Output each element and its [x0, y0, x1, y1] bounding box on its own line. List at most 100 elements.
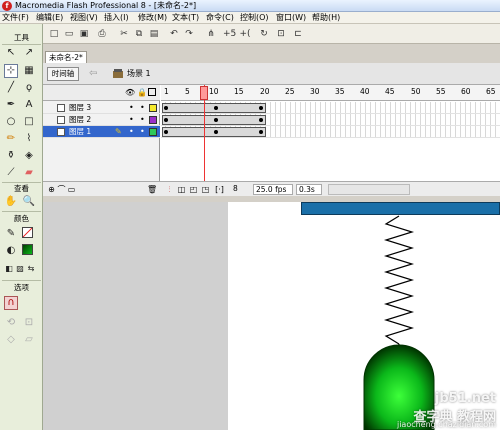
stroke-color-icon[interactable]: ✎ — [4, 227, 18, 241]
lock-dot[interactable]: • — [140, 126, 145, 138]
line-tool-icon[interactable]: ╱ — [4, 81, 18, 95]
show-hide-eye-icon[interactable]: 👁 — [125, 88, 135, 97]
eyedropper-tool-icon[interactable]: ⟋ — [4, 166, 18, 180]
pencil-tool-icon[interactable]: ✏ — [4, 132, 18, 146]
menu-view[interactable]: 视图(V) — [70, 13, 98, 23]
menu-control[interactable]: 控制(O) — [240, 13, 269, 23]
delete-layer-icon[interactable]: 🗑 — [147, 185, 157, 194]
scale-option-icon[interactable]: ⊡ — [22, 316, 36, 330]
hand-tool-icon[interactable]: ✋ — [4, 195, 18, 209]
lock-dot[interactable]: • — [140, 114, 145, 126]
layer-outline-color[interactable] — [149, 128, 157, 136]
playhead-handle[interactable] — [200, 86, 208, 100]
playhead[interactable] — [204, 85, 205, 196]
layer-row[interactable]: 图层 2 • • — [43, 114, 160, 126]
scene-label[interactable]: 场景 1 — [127, 68, 151, 80]
frame-row[interactable] — [161, 102, 500, 114]
lasso-tool-icon[interactable]: ϙ — [22, 81, 36, 95]
frame-rate[interactable]: 25.0 fps — [253, 184, 293, 195]
envelope-icon[interactable]: ▱ — [22, 333, 36, 347]
onion-skin-icon[interactable]: ◫ — [177, 185, 186, 194]
menu-modify[interactable]: 修改(M) — [138, 13, 167, 23]
visibility-dot[interactable]: • — [129, 114, 134, 126]
center-frame-icon[interactable]: ⫶ — [165, 185, 174, 194]
copy-icon[interactable]: ⧉ — [133, 28, 145, 40]
ruler-label: 5 — [185, 87, 190, 96]
layer-outline-color[interactable] — [149, 104, 157, 112]
snap-magnet-icon[interactable]: ⋔ — [205, 28, 217, 40]
timeline-h-scrollbar[interactable] — [328, 184, 410, 195]
open-folder-icon[interactable]: ▭ — [63, 28, 75, 40]
add-folder-icon[interactable]: ▭ — [67, 185, 76, 194]
ink-bottle-tool-icon[interactable]: ⚱ — [4, 149, 18, 163]
keyframe[interactable] — [259, 118, 263, 122]
modify-onion-markers-icon[interactable]: [·] — [215, 185, 224, 194]
rotate-icon[interactable]: ↻ — [258, 28, 270, 40]
redo-icon[interactable]: ↷ — [183, 28, 195, 40]
subselection-tool-icon[interactable]: ↗ — [22, 46, 36, 60]
paste-icon[interactable]: ▤ — [148, 28, 160, 40]
rectangle-tool-icon[interactable]: □ — [22, 115, 36, 129]
frames-area[interactable]: 1 5 10 15 20 25 30 35 40 45 50 55 60 65 — [161, 85, 500, 196]
frame-row[interactable] — [161, 126, 500, 138]
lock-dot[interactable]: • — [140, 102, 145, 114]
print-icon[interactable]: ⎙ — [96, 28, 108, 40]
keyframe[interactable] — [259, 130, 263, 134]
menu-insert[interactable]: 插入(I) — [104, 13, 129, 23]
visibility-dot[interactable]: • — [129, 102, 134, 114]
add-layer-icon[interactable]: ⊕ — [47, 185, 56, 194]
keyframe[interactable] — [164, 118, 168, 122]
new-file-icon[interactable]: □ — [48, 28, 60, 40]
pen-tool-icon[interactable]: ✒ — [4, 98, 18, 112]
menu-edit[interactable]: 编辑(E) — [36, 13, 63, 23]
back-arrow-icon[interactable]: ⇦ — [89, 67, 97, 81]
layer-row-selected[interactable]: 图层 1 ✎ • • — [43, 126, 160, 138]
save-icon[interactable]: ▣ — [78, 28, 90, 40]
layer-outline-color[interactable] — [149, 116, 157, 124]
menu-commands[interactable]: 命令(C) — [206, 13, 234, 23]
menu-text[interactable]: 文本(T) — [172, 13, 199, 23]
fill-swatch[interactable] — [22, 244, 33, 255]
distort-icon[interactable]: ◇ — [4, 333, 18, 347]
keyframe[interactable] — [214, 130, 218, 134]
eraser-tool-icon[interactable]: ▰ — [22, 166, 36, 180]
fill-color-icon[interactable]: ◐ — [4, 244, 18, 258]
visibility-dot[interactable]: • — [129, 126, 134, 138]
fill-transform-tool-icon[interactable]: ▦ — [22, 64, 36, 78]
menu-file[interactable]: 文件(F) — [2, 13, 29, 23]
timeline-toggle-button[interactable]: 时间轴 — [47, 67, 79, 81]
stroke-swatch[interactable] — [22, 227, 33, 238]
straighten-icon[interactable]: +( — [239, 28, 251, 40]
outline-all-icon[interactable] — [148, 88, 156, 96]
brush-tool-icon[interactable]: ⌇ — [22, 132, 36, 146]
document-tab[interactable]: 未命名-2* — [45, 51, 87, 63]
menu-window[interactable]: 窗口(W) — [276, 13, 306, 23]
cut-icon[interactable]: ✂ — [118, 28, 130, 40]
keyframe[interactable] — [214, 106, 218, 110]
keyframe[interactable] — [164, 106, 168, 110]
selection-tool-icon[interactable]: ↖ — [4, 46, 18, 60]
add-guide-layer-icon[interactable]: ⌒ — [57, 185, 66, 194]
snap-to-objects-icon[interactable]: ∩ — [4, 296, 18, 310]
smooth-icon[interactable]: +5 — [223, 28, 236, 40]
undo-icon[interactable]: ↶ — [168, 28, 180, 40]
layer-row[interactable]: 图层 3 • • — [43, 102, 160, 114]
zoom-tool-icon[interactable]: 🔍 — [22, 195, 36, 209]
oval-tool-icon[interactable]: ○ — [4, 115, 18, 129]
lock-all-icon[interactable]: 🔒 — [137, 88, 147, 97]
edit-multiple-frames-icon[interactable]: ◳ — [201, 185, 210, 194]
onion-outline-icon[interactable]: ◰ — [189, 185, 198, 194]
rotate-skew-icon[interactable]: ⟲ — [4, 316, 18, 330]
text-tool-icon[interactable]: A — [22, 98, 36, 112]
swap-colors-icon[interactable]: ⇆ — [24, 262, 38, 276]
paint-bucket-tool-icon[interactable]: ◈ — [22, 149, 36, 163]
frame-ruler[interactable]: 1 5 10 15 20 25 30 35 40 45 50 55 60 65 — [161, 85, 500, 101]
keyframe[interactable] — [259, 106, 263, 110]
free-transform-tool-icon[interactable]: ⊹ — [4, 64, 18, 78]
keyframe[interactable] — [164, 130, 168, 134]
align-icon[interactable]: ⊏ — [292, 28, 304, 40]
frame-row[interactable] — [161, 114, 500, 126]
menu-help[interactable]: 帮助(H) — [312, 13, 340, 23]
scale-icon[interactable]: ⊡ — [275, 28, 287, 40]
keyframe[interactable] — [214, 118, 218, 122]
